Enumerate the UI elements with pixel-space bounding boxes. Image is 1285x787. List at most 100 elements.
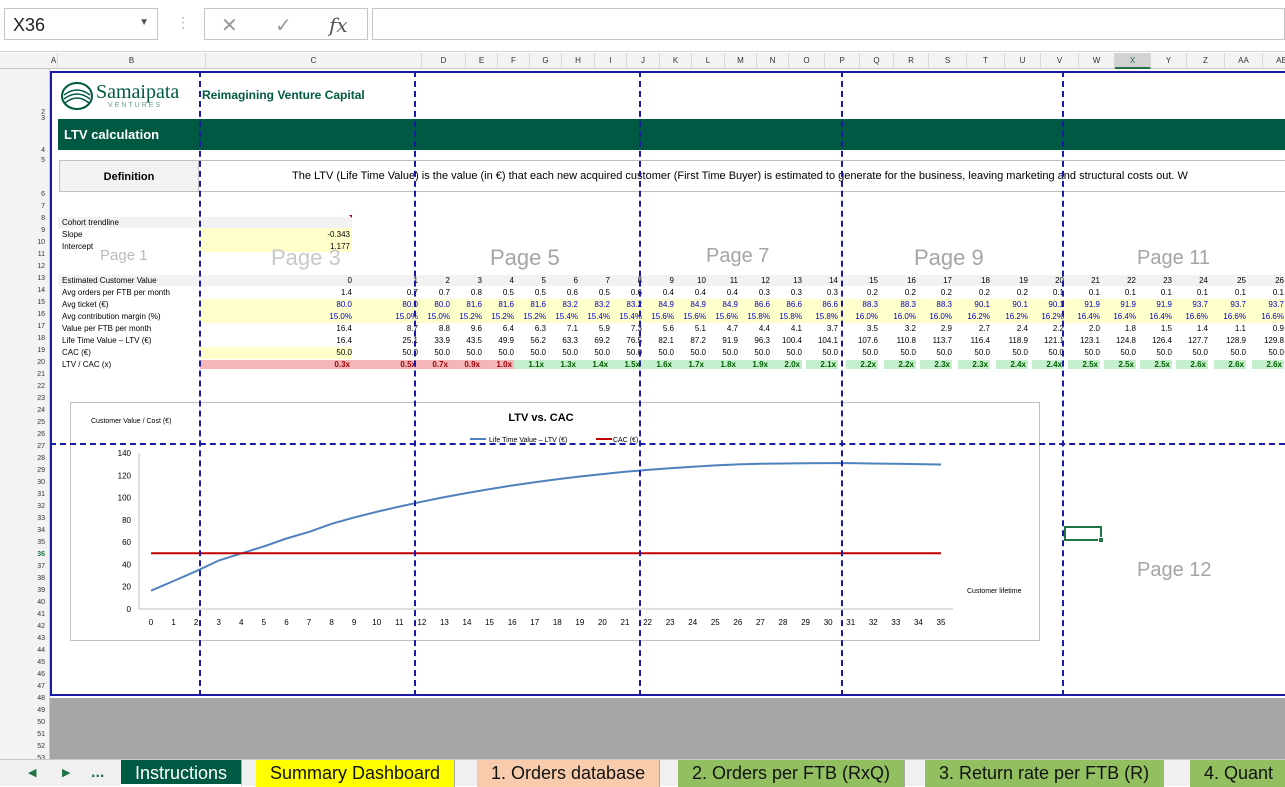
column-header-x[interactable]: X	[1115, 53, 1151, 69]
month-header[interactable]: 25	[1206, 276, 1246, 285]
table-cell[interactable]: 2.5x	[1068, 360, 1100, 369]
table-cell[interactable]: 0.5x	[352, 360, 418, 369]
table-cell[interactable]: 2.2x	[846, 360, 878, 369]
month-header[interactable]: 21	[1060, 276, 1100, 285]
table-cell[interactable]: 88.3	[838, 300, 878, 309]
column-header-m[interactable]: M	[725, 53, 757, 69]
month-header[interactable]: 16	[876, 276, 916, 285]
table-cell[interactable]: 0.3	[762, 288, 802, 297]
table-cell[interactable]: 50.0	[762, 348, 802, 357]
table-cell[interactable]: 16.0%	[838, 312, 878, 321]
table-cell[interactable]: 100.4	[762, 336, 802, 345]
row-header-25[interactable]: 25	[37, 419, 45, 426]
table-cell[interactable]: 50.0	[1024, 348, 1064, 357]
row-header-4[interactable]: 4	[41, 147, 45, 154]
month-header[interactable]: 18	[950, 276, 990, 285]
tab-orders-per-ftb[interactable]: 2. Orders per FTB (RxQ)	[678, 760, 906, 787]
month-header[interactable]: 24	[1168, 276, 1208, 285]
table-cell[interactable]: 2.4	[988, 324, 1028, 333]
table-cell[interactable]: 121.1	[1024, 336, 1064, 345]
table-cell[interactable]: 15.8%	[798, 312, 838, 321]
table-cell[interactable]: 118.9	[988, 336, 1028, 345]
row-header-6[interactable]: 6	[41, 191, 45, 198]
month-header[interactable]: 15	[838, 276, 878, 285]
table-cell[interactable]: 1.8	[1096, 324, 1136, 333]
row-header-12[interactable]: 12	[37, 263, 45, 270]
table-cell[interactable]: 50.0	[312, 348, 352, 357]
cancel-icon[interactable]: ✕	[221, 13, 238, 38]
row-header-31[interactable]: 31	[37, 491, 45, 498]
table-cell[interactable]: 91.9	[1060, 300, 1100, 309]
table-cell[interactable]: 2.0x	[770, 360, 802, 369]
row-header-44[interactable]: 44	[37, 647, 45, 654]
table-cell[interactable]: 0.1	[1096, 288, 1136, 297]
table-cell[interactable]: 2.6x	[1176, 360, 1208, 369]
column-header-c[interactable]: C	[206, 53, 422, 69]
column-header-t[interactable]: T	[967, 53, 1005, 69]
row-header-39[interactable]: 39	[37, 587, 45, 594]
ltv-vs-cac-chart[interactable]: Customer Value / Cost (€) LTV vs. CAC Life…	[70, 402, 1040, 641]
table-cell[interactable]: 0.1	[1168, 288, 1208, 297]
table-cell[interactable]: 16.6%	[1168, 312, 1208, 321]
table-cell[interactable]: 2.7	[950, 324, 990, 333]
table-cell[interactable]: 113.7	[912, 336, 952, 345]
month-header[interactable]: 22	[1096, 276, 1136, 285]
enter-icon[interactable]: ✓	[275, 13, 292, 38]
table-cell[interactable]: 93.7	[1244, 300, 1284, 309]
table-cell[interactable]: 50.0	[798, 348, 838, 357]
table-cell[interactable]: 91.9	[1096, 300, 1136, 309]
table-cell[interactable]: 1.0x	[482, 360, 514, 369]
table-cell[interactable]: 3.7	[798, 324, 838, 333]
row-header-47[interactable]: 47	[37, 683, 45, 690]
table-cell[interactable]: 16.6%	[1206, 312, 1246, 321]
table-cell[interactable]: 123.1	[1060, 336, 1100, 345]
row-header-42[interactable]: 42	[37, 623, 45, 630]
column-header-y[interactable]: Y	[1151, 53, 1187, 69]
table-cell[interactable]: 16.2%	[988, 312, 1028, 321]
month-header[interactable]: 13	[762, 276, 802, 285]
table-cell[interactable]: 0.2	[950, 288, 990, 297]
row-header-29[interactable]: 29	[37, 467, 45, 474]
row-header-5[interactable]: 5	[41, 157, 45, 164]
row-header-32[interactable]: 32	[37, 503, 45, 510]
table-cell[interactable]: 128.9	[1206, 336, 1246, 345]
column-header-b[interactable]: B	[58, 53, 206, 69]
month-header[interactable]: 19	[988, 276, 1028, 285]
table-cell[interactable]: 90.1	[1024, 300, 1064, 309]
table-cell[interactable]: 0.1	[1132, 288, 1172, 297]
table-cell[interactable]: 90.1	[950, 300, 990, 309]
table-cell[interactable]: 2.4x	[1032, 360, 1064, 369]
insert-function-icon[interactable]: fx	[329, 13, 348, 37]
tab-summary-dashboard[interactable]: Summary Dashboard	[256, 760, 456, 787]
table-cell[interactable]: 116.4	[950, 336, 990, 345]
table-cell[interactable]: 2.6x	[1214, 360, 1246, 369]
row-header-35[interactable]: 35	[37, 539, 45, 546]
column-header-o[interactable]: O	[789, 53, 825, 69]
column-header-aa[interactable]: AA	[1225, 53, 1263, 69]
formula-input[interactable]	[372, 8, 1285, 40]
table-cell[interactable]: 104.1	[798, 336, 838, 345]
row-header-3[interactable]: 3	[41, 115, 45, 122]
column-header-e[interactable]: E	[466, 53, 498, 69]
tab-scroll-right-icon[interactable]: ▶	[62, 766, 70, 779]
column-header-n[interactable]: N	[757, 53, 789, 69]
chevron-down-icon[interactable]: ▼	[139, 17, 149, 28]
row-header-38[interactable]: 38	[37, 575, 45, 582]
table-cell[interactable]: 50.0	[1096, 348, 1136, 357]
table-cell[interactable]: 86.6	[762, 300, 802, 309]
table-cell[interactable]: 1.7x	[674, 360, 706, 369]
row-header-27[interactable]: 27	[37, 443, 45, 450]
column-header-v[interactable]: V	[1041, 53, 1079, 69]
row-header-37[interactable]: 37	[37, 563, 45, 570]
sheet-grid[interactable]: Samaipata VENTURES Reimagining Venture C…	[50, 69, 1285, 759]
table-cell[interactable]: 50.0	[912, 348, 952, 357]
table-cell[interactable]: 2.9	[912, 324, 952, 333]
month-header[interactable]: 23	[1132, 276, 1172, 285]
table-cell[interactable]: 0.1	[1060, 288, 1100, 297]
row-header-28[interactable]: 28	[37, 455, 45, 462]
table-cell[interactable]: 16.4%	[1060, 312, 1100, 321]
table-cell[interactable]: 1.1	[1206, 324, 1246, 333]
row-header-10[interactable]: 10	[37, 239, 45, 246]
selected-cell[interactable]	[1064, 526, 1102, 541]
row-header-34[interactable]: 34	[37, 527, 45, 534]
